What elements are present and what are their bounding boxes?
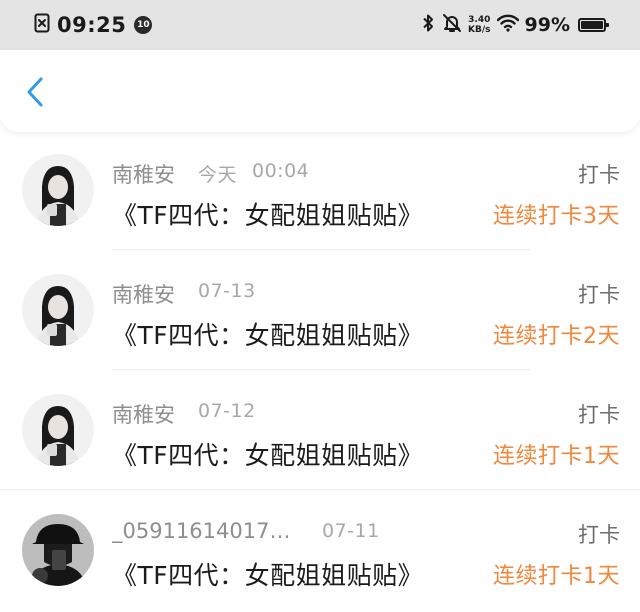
checkin-date: 07-13 [198, 280, 256, 302]
status-bar: 09:25 10 3.40 KB/s 99% [0, 0, 640, 50]
book-title-link[interactable]: 《TF四代：女配姐姐贴贴》 [112, 556, 423, 592]
chevron-left-icon [25, 76, 45, 112]
checkin-action-label: 打卡 [578, 403, 620, 427]
checkin-action-label: 打卡 [578, 523, 620, 547]
status-bar-right: 3.40 KB/s 99% [422, 10, 609, 40]
streak-label: 连续打卡1天 [493, 564, 620, 589]
user-name[interactable]: 南稚安 [112, 399, 175, 429]
status-bar-left: 09:25 10 [34, 10, 153, 40]
avatar[interactable] [22, 154, 94, 226]
network-speed: 3.40 KB/s [468, 15, 490, 35]
checkin-date: 今天 [198, 164, 238, 186]
checkin-date: 07-12 [198, 400, 256, 422]
avatar[interactable] [22, 274, 94, 346]
list-item[interactable]: 南稚安 07-13 打卡 《TF四代：女配姐姐贴贴》 连续打卡2天 [0, 252, 640, 370]
back-button[interactable] [18, 76, 52, 112]
notification-x-icon [34, 13, 50, 37]
list-item[interactable]: _05911614017… 07-11 打卡 《TF四代：女配姐姐贴贴》 连续打… [0, 492, 640, 610]
list-item[interactable]: 南稚安 今天 00:04 打卡 《TF四代：女配姐姐贴贴》 连续打卡3天 [0, 132, 640, 250]
battery-percent: 99% [524, 14, 570, 36]
row-divider [0, 489, 640, 490]
checkin-date: 07-11 [322, 520, 380, 542]
book-title-link[interactable]: 《TF四代：女配姐姐贴贴》 [112, 316, 423, 352]
network-speed-value: 3.40 [468, 15, 491, 25]
battery-icon [578, 18, 609, 32]
wifi-icon [496, 14, 519, 36]
notification-count-badge: 10 [134, 16, 153, 34]
user-name[interactable]: 南稚安 [112, 159, 175, 189]
checkin-action-label: 打卡 [578, 283, 620, 307]
bluetooth-icon [422, 13, 434, 37]
checkin-action-label: 打卡 [578, 163, 620, 187]
streak-label: 连续打卡1天 [493, 444, 620, 469]
list-item[interactable]: 南稚安 07-12 打卡 《TF四代：女配姐姐贴贴》 连续打卡1天 [0, 372, 640, 490]
nav-bar [0, 50, 640, 132]
network-speed-unit: KB/s [468, 25, 491, 35]
book-title-link[interactable]: 《TF四代：女配姐姐贴贴》 [112, 196, 423, 232]
checkin-time: 00:04 [252, 160, 310, 182]
user-name[interactable]: 南稚安 [112, 279, 175, 309]
avatar[interactable] [22, 514, 94, 586]
bell-off-icon [442, 13, 462, 37]
avatar[interactable] [22, 394, 94, 466]
row-divider [112, 249, 530, 250]
status-time: 09:25 [57, 13, 127, 37]
book-title-link[interactable]: 《TF四代：女配姐姐贴贴》 [112, 436, 423, 472]
streak-label: 连续打卡3天 [493, 204, 620, 229]
user-name[interactable]: _05911614017… [112, 519, 290, 543]
streak-label: 连续打卡2天 [493, 324, 620, 349]
row-divider [112, 369, 530, 370]
